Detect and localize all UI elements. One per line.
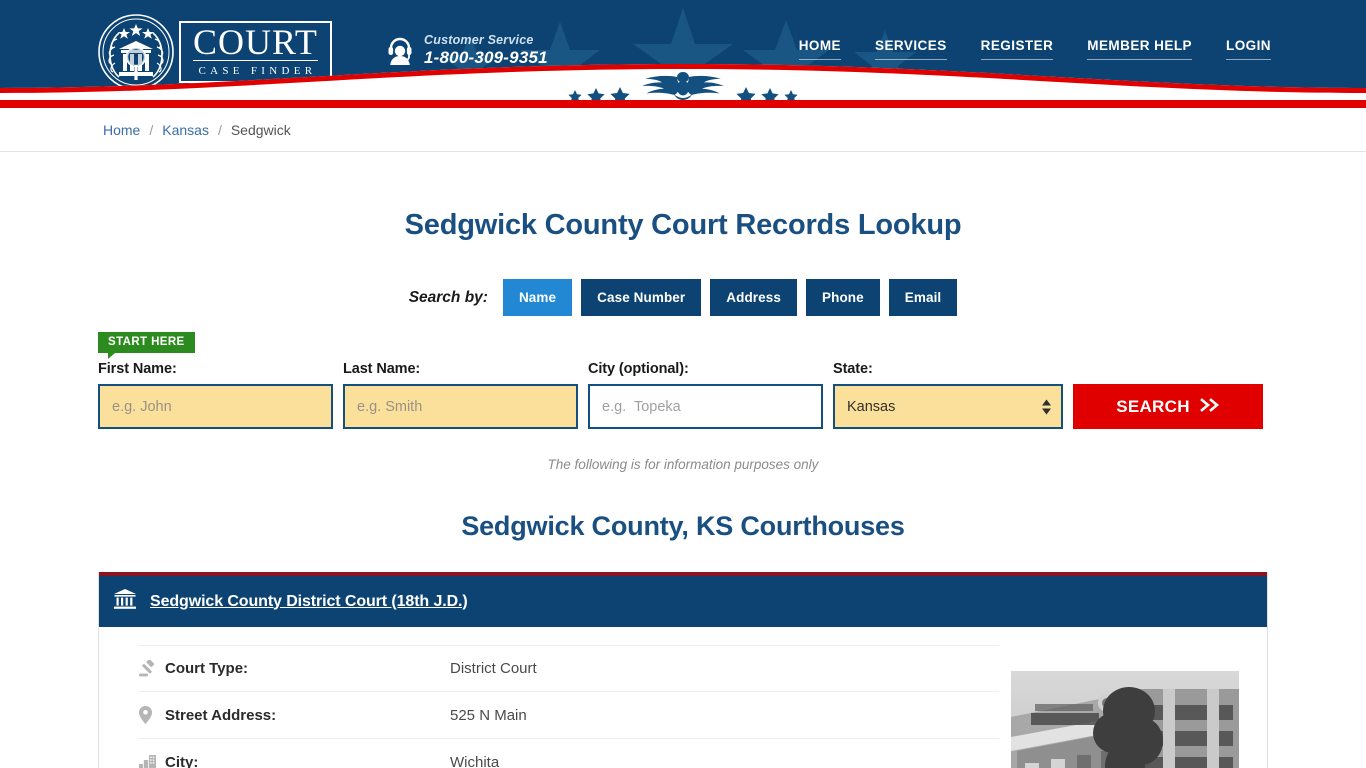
breadcrumb-item-home[interactable]: Home <box>103 122 140 138</box>
nav-item-home[interactable]: HOME <box>798 38 842 60</box>
tab-phone[interactable]: Phone <box>806 279 880 316</box>
court-seal-icon <box>97 13 175 91</box>
site-header: COURT CASE FINDER Customer Service 1-800… <box>0 0 1366 100</box>
court-card-body: Court Type: District Court Street Addres… <box>99 627 1267 768</box>
court-type-value: District Court <box>450 660 537 677</box>
eagle-emblem <box>642 72 724 100</box>
logo-subtitle: CASE FINDER <box>198 65 317 77</box>
logo-title: COURT <box>193 22 318 62</box>
nav-item-services[interactable]: SERVICES <box>875 38 947 60</box>
page-content: Sedgwick County Court Records Lookup Sea… <box>0 209 1366 768</box>
city-input[interactable] <box>588 384 823 429</box>
logo-wordmark: COURT CASE FINDER <box>179 21 332 83</box>
map-pin-icon <box>139 706 165 724</box>
main-navigation: HOME SERVICES REGISTER MEMBER HELP LOGIN <box>798 38 1271 60</box>
street-address-value: 525 N Main <box>450 706 527 724</box>
city-field-group: City (optional): <box>588 361 823 429</box>
last-name-label: Last Name: <box>343 361 421 377</box>
courthouses-section-title: Sedgwick County, KS Courthouses <box>461 511 905 541</box>
red-accent-band <box>0 100 1366 108</box>
table-row: Street Address: 525 N Main <box>139 692 999 739</box>
breadcrumb: Home / Kansas / Sedgwick <box>0 108 1366 152</box>
tab-email[interactable]: Email <box>888 279 958 316</box>
start-here-badge: START HERE <box>98 332 195 359</box>
first-name-label: First Name: <box>98 361 177 377</box>
customer-service-label: Customer Service <box>424 33 534 47</box>
nav-item-register[interactable]: REGISTER <box>980 38 1054 60</box>
state-field-group: State: Kansas <box>833 361 1063 429</box>
headset-support-icon <box>386 35 414 65</box>
court-type-label: Court Type: <box>165 660 249 677</box>
court-card-header[interactable]: Sedgwick County District Court (18th J.D… <box>99 572 1267 627</box>
courthouse-photo <box>1011 671 1239 768</box>
nav-item-member-help[interactable]: MEMBER HELP <box>1087 38 1192 60</box>
city-label: City (optional): <box>588 361 689 377</box>
gavel-icon <box>139 660 165 677</box>
search-by-label: Search by: <box>408 288 488 306</box>
site-logo[interactable]: COURT CASE FINDER <box>97 11 347 93</box>
state-label: State: <box>833 361 873 377</box>
bank-courthouse-icon <box>114 589 136 614</box>
disclaimer-text: The following is for information purpose… <box>547 457 819 472</box>
customer-service-phone: 1-800-309-9351 <box>424 47 548 67</box>
street-address-label: Street Address: <box>165 706 277 724</box>
breadcrumb-separator: / <box>217 121 222 138</box>
first-name-input[interactable] <box>98 384 333 429</box>
double-chevron-right-icon <box>1199 397 1220 417</box>
last-name-input[interactable] <box>343 384 578 429</box>
table-row: City: Wichita <box>139 739 999 768</box>
table-row: Court Type: District Court <box>139 645 999 692</box>
breadcrumb-item-sedgwick: Sedgwick <box>230 121 291 138</box>
court-photo-column <box>999 645 1267 768</box>
page-title: Sedgwick County Court Records Lookup <box>404 209 962 241</box>
nav-item-login[interactable]: LOGIN <box>1226 38 1271 60</box>
first-name-field-group: First Name: <box>98 361 333 429</box>
search-button-label: SEARCH <box>1116 396 1190 416</box>
tab-address[interactable]: Address <box>710 279 797 316</box>
court-name-link[interactable]: Sedgwick County District Court (18th J.D… <box>150 593 468 611</box>
search-button[interactable]: SEARCH <box>1073 384 1263 429</box>
court-card: Sedgwick County District Court (18th J.D… <box>98 572 1268 768</box>
state-select[interactable]: Kansas <box>833 384 1063 429</box>
court-details-table: Court Type: District Court Street Addres… <box>99 645 999 768</box>
search-form: START HERE First Name: Last Name: City (… <box>98 332 1268 429</box>
customer-service-block[interactable]: Customer Service 1-800-309-9351 <box>386 34 548 66</box>
breadcrumb-item-kansas[interactable]: Kansas <box>162 122 209 138</box>
search-by-tabs: Search by: Name Case Number Address Phon… <box>0 279 1366 316</box>
tab-case-number[interactable]: Case Number <box>581 279 702 316</box>
last-name-field-group: Last Name: <box>343 361 578 429</box>
breadcrumb-separator: / <box>149 121 154 138</box>
city-label-row: City: <box>165 753 199 768</box>
city-value: Wichita <box>450 753 500 768</box>
tab-name[interactable]: Name <box>502 279 573 316</box>
city-buildings-icon <box>139 754 165 768</box>
